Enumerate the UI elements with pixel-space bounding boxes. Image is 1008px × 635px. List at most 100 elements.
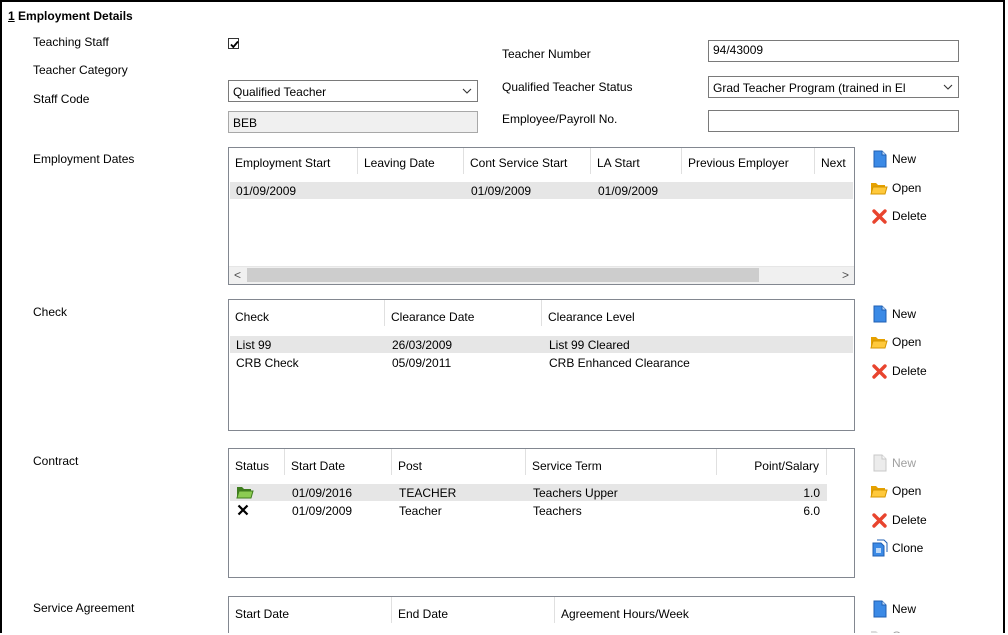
qts-select[interactable]: Grad Teacher Program (trained in El (708, 76, 959, 98)
staff-code-label: Staff Code (33, 92, 90, 106)
teaching-staff-label: Teaching Staff (33, 35, 109, 49)
table-cell (230, 484, 286, 501)
table-cell: 26/03/2009 (392, 338, 453, 352)
check-open-button[interactable]: Open (870, 332, 921, 352)
grid-header: Check Clearance Date Clearance Level (229, 300, 854, 326)
open-label: Open (892, 484, 922, 498)
delete-icon (872, 363, 887, 379)
employment-details-panel: 1 Employment Details Teaching Staff Teac… (0, 0, 1005, 633)
column-header[interactable]: Agreement Hours/Week (555, 597, 854, 623)
table-cell: List 99 Cleared (549, 338, 630, 352)
employment-dates-grid[interactable]: Employment Start Leaving Date Cont Servi… (228, 147, 855, 285)
teacher-number-field[interactable]: 94/43009 (708, 40, 959, 62)
column-header[interactable]: End Date (392, 597, 555, 623)
table-row[interactable]: 01/09/2009 01/09/2009 01/09/2009 (230, 182, 853, 199)
column-header[interactable]: Leaving Date (358, 148, 464, 174)
table-cell: CRB Check (236, 356, 299, 370)
check-grid[interactable]: Check Clearance Date Clearance Level Lis… (228, 299, 855, 431)
column-header[interactable]: Employment Start (229, 148, 358, 174)
employment-dates-label: Employment Dates (33, 152, 135, 166)
table-cell: 6.0 (803, 504, 820, 518)
table-cell: 05/09/2011 (392, 356, 452, 370)
delete-label: Delete (892, 513, 927, 527)
column-header[interactable]: Clearance Date (385, 300, 542, 326)
column-header[interactable]: Check (229, 300, 385, 326)
open-label: Open (892, 629, 921, 633)
grid-header: Start Date End Date Agreement Hours/Week (229, 597, 854, 623)
staff-code-field[interactable]: BEB (228, 111, 478, 133)
table-cell: Teacher (399, 504, 442, 518)
open-folder-icon (871, 631, 885, 633)
delete-label: Delete (892, 209, 927, 223)
table-cell: TEACHER (399, 486, 457, 500)
grid-header: Status Start Date Post Service Term Poin… (229, 449, 827, 475)
new-document-icon (873, 305, 887, 323)
open-folder-icon (870, 183, 888, 195)
clone-icon (872, 539, 888, 557)
column-header[interactable]: Clearance Level (542, 300, 854, 326)
new-label: New (892, 602, 917, 616)
teacher-category-value: Qualified Teacher (233, 85, 327, 99)
service-agreement-grid[interactable]: Start Date End Date Agreement Hours/Week (228, 596, 855, 633)
section-title: 1 Employment Details (8, 9, 133, 23)
delete-icon (872, 512, 887, 528)
staff-code-value: BEB (233, 116, 258, 130)
scroll-thumb[interactable] (247, 268, 759, 282)
section-number: 1 (8, 9, 15, 23)
column-header[interactable]: Service Term (526, 449, 717, 475)
payroll-label: Employee/Payroll No. (502, 112, 618, 126)
contract-grid[interactable]: Status Start Date Post Service Term Poin… (228, 448, 855, 578)
teacher-number-value: 94/43009 (713, 43, 764, 57)
column-header[interactable]: Point/Salary (717, 449, 827, 475)
service-agreement-label: Service Agreement (33, 601, 135, 615)
teaching-staff-checkbox[interactable] (228, 38, 239, 49)
scroll-left-button[interactable]: < (229, 267, 246, 284)
table-row[interactable]: 01/09/2016 TEACHER Teachers Upper 1.0 (230, 484, 827, 501)
new-document-icon (873, 150, 887, 168)
payroll-field[interactable] (708, 110, 959, 132)
column-header[interactable]: Post (392, 449, 526, 475)
grid-header: Employment Start Leaving Date Cont Servi… (229, 148, 854, 174)
contract-clone-button[interactable]: Clone (872, 538, 923, 558)
column-header[interactable]: LA Start (591, 148, 682, 174)
table-cell: CRB Enhanced Clearance (549, 356, 690, 370)
contract-label: Contract (33, 454, 79, 468)
table-row[interactable]: CRB Check 05/09/2011 CRB Enhanced Cleara… (230, 354, 853, 371)
teacher-category-select[interactable]: Qualified Teacher (228, 80, 478, 102)
scroll-right-button[interactable]: > (837, 267, 854, 284)
column-header[interactable]: Previous Employer (682, 148, 815, 174)
check-delete-button[interactable]: Delete (871, 361, 927, 381)
column-header[interactable]: Next (815, 148, 854, 174)
employment-delete-button[interactable]: Delete (871, 206, 927, 226)
new-document-icon (873, 454, 887, 472)
table-cell: 01/09/2009 (292, 504, 353, 518)
column-header[interactable]: Start Date (285, 449, 392, 475)
check-new-button[interactable]: New (872, 304, 916, 324)
table-row[interactable]: 01/09/2009 Teacher Teachers 6.0 (230, 502, 827, 519)
column-header[interactable]: Status (229, 449, 285, 475)
service-open-button[interactable]: Open (870, 626, 921, 633)
table-cell: 1.0 (803, 486, 820, 500)
table-cell: Teachers Upper (533, 486, 618, 500)
contract-new-button[interactable]: New (872, 453, 916, 473)
teacher-category-label: Teacher Category (33, 63, 128, 77)
chevron-down-icon (943, 84, 953, 90)
table-cell (230, 502, 286, 519)
table-cell: 01/09/2009 (236, 184, 297, 198)
contract-delete-button[interactable]: Delete (871, 510, 927, 530)
employment-new-button[interactable]: New (872, 149, 916, 169)
horizontal-scrollbar[interactable]: < > (229, 266, 854, 284)
table-row[interactable]: List 99 26/03/2009 List 99 Cleared (230, 336, 853, 353)
open-folder-icon (870, 486, 888, 498)
table-cell: 01/09/2009 (598, 184, 659, 198)
section-title-text: Employment Details (14, 9, 133, 23)
employment-open-button[interactable]: Open (870, 178, 921, 198)
qts-label: Qualified Teacher Status (502, 80, 633, 94)
contract-open-button[interactable]: Open (870, 481, 921, 501)
teacher-number-label: Teacher Number (502, 47, 591, 61)
column-header[interactable]: Cont Service Start (464, 148, 591, 174)
table-cell (683, 182, 816, 199)
column-header[interactable]: Start Date (229, 597, 392, 623)
open-folder-icon (236, 487, 254, 499)
service-new-button[interactable]: New (872, 599, 916, 619)
